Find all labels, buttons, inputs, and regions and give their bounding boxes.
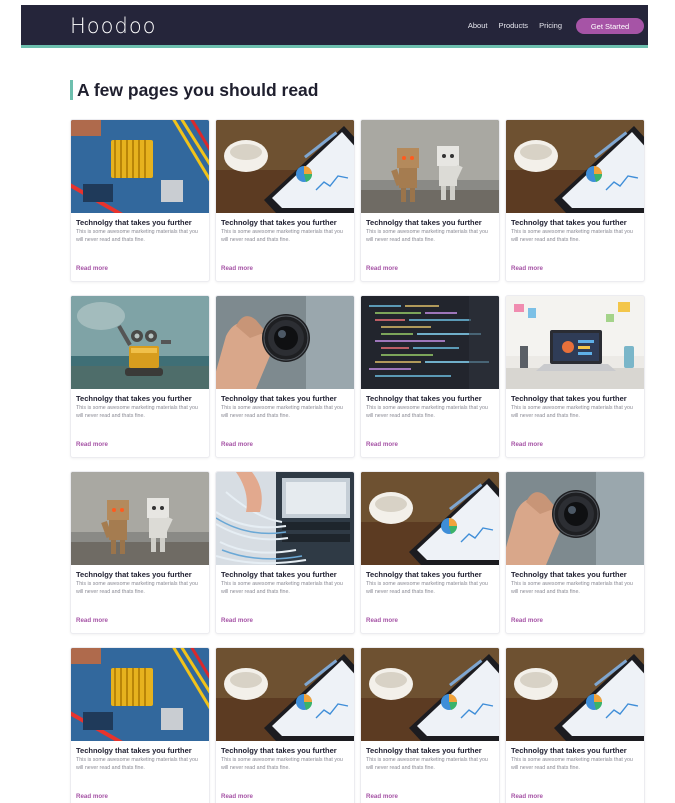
card-title: Technolgy that takes you further xyxy=(366,570,482,579)
card-image-motherboard xyxy=(71,120,209,213)
navbar: Hoodoo About Products Pricing Get Starte… xyxy=(21,5,648,48)
article-card[interactable]: Technolgy that takes you further This is … xyxy=(505,295,645,458)
card-image-laptop-desk xyxy=(506,296,644,389)
card-description: This is some awesome marketing materials… xyxy=(221,229,343,243)
read-more-link[interactable]: Read more xyxy=(221,441,253,448)
card-title: Technolgy that takes you further xyxy=(76,394,192,403)
card-image-motherboard xyxy=(71,648,209,741)
read-more-link[interactable]: Read more xyxy=(511,793,543,800)
card-image-camera-lens xyxy=(506,472,644,565)
card-title: Technolgy that takes you further xyxy=(511,746,627,755)
read-more-link[interactable]: Read more xyxy=(366,617,398,624)
article-card[interactable]: Technolgy that takes you further This is … xyxy=(70,119,210,282)
article-card[interactable]: Technolgy that takes you further This is … xyxy=(215,647,355,803)
card-title: Technolgy that takes you further xyxy=(366,394,482,403)
card-title: Technolgy that takes you further xyxy=(221,218,337,227)
brand-logo[interactable]: Hoodoo xyxy=(70,14,157,38)
article-card[interactable]: Technolgy that takes you further This is … xyxy=(505,119,645,282)
card-title: Technolgy that takes you further xyxy=(221,394,337,403)
article-card[interactable]: Technolgy that takes you further This is … xyxy=(70,471,210,634)
article-card[interactable]: Technolgy that takes you further This is … xyxy=(70,295,210,458)
card-description: This is some awesome marketing materials… xyxy=(366,581,488,595)
card-description: This is some awesome marketing materials… xyxy=(221,581,343,595)
card-image-toy-robot xyxy=(71,296,209,389)
read-more-link[interactable]: Read more xyxy=(511,265,543,272)
card-description: This is some awesome marketing materials… xyxy=(76,581,198,595)
read-more-link[interactable]: Read more xyxy=(76,793,108,800)
read-more-link[interactable]: Read more xyxy=(221,617,253,624)
card-title: Technolgy that takes you further xyxy=(366,746,482,755)
read-more-link[interactable]: Read more xyxy=(511,617,543,624)
card-title: Technolgy that takes you further xyxy=(511,218,627,227)
card-title: Technolgy that takes you further xyxy=(76,218,192,227)
card-title: Technolgy that takes you further xyxy=(366,218,482,227)
article-card[interactable]: Technolgy that takes you further This is … xyxy=(360,471,500,634)
article-card[interactable]: Technolgy that takes you further This is … xyxy=(360,119,500,282)
article-card[interactable]: Technolgy that takes you further This is … xyxy=(215,119,355,282)
nav-links: About Products Pricing xyxy=(468,21,562,30)
nav-link-pricing[interactable]: Pricing xyxy=(539,21,562,30)
card-title: Technolgy that takes you further xyxy=(511,394,627,403)
card-image-tablet-analytics xyxy=(361,648,499,741)
read-more-link[interactable]: Read more xyxy=(76,265,108,272)
card-title: Technolgy that takes you further xyxy=(221,570,337,579)
card-title: Technolgy that takes you further xyxy=(511,570,627,579)
get-started-button[interactable]: Get Started xyxy=(576,18,644,34)
card-description: This is some awesome marketing materials… xyxy=(366,229,488,243)
card-description: This is some awesome marketing materials… xyxy=(221,757,343,771)
card-grid: Technolgy that takes you further This is … xyxy=(70,119,645,803)
card-description: This is some awesome marketing materials… xyxy=(366,405,488,419)
card-description: This is some awesome marketing materials… xyxy=(511,405,633,419)
card-image-tablet-analytics xyxy=(506,120,644,213)
nav-link-about[interactable]: About xyxy=(468,21,488,30)
article-card[interactable]: Technolgy that takes you further This is … xyxy=(70,647,210,803)
read-more-link[interactable]: Read more xyxy=(366,265,398,272)
card-image-tablet-analytics xyxy=(216,648,354,741)
card-description: This is some awesome marketing materials… xyxy=(76,405,198,419)
read-more-link[interactable]: Read more xyxy=(76,441,108,448)
card-title: Technolgy that takes you further xyxy=(76,570,192,579)
card-image-server-cables xyxy=(216,472,354,565)
card-title: Technolgy that takes you further xyxy=(76,746,192,755)
read-more-link[interactable]: Read more xyxy=(221,265,253,272)
read-more-link[interactable]: Read more xyxy=(366,441,398,448)
card-image-tablet-analytics xyxy=(361,472,499,565)
article-card[interactable]: Technolgy that takes you further This is … xyxy=(505,647,645,803)
article-card[interactable]: Technolgy that takes you further This is … xyxy=(360,295,500,458)
read-more-link[interactable]: Read more xyxy=(221,793,253,800)
card-title: Technolgy that takes you further xyxy=(221,746,337,755)
card-image-cardboard-robots xyxy=(71,472,209,565)
article-card[interactable]: Technolgy that takes you further This is … xyxy=(360,647,500,803)
card-image-tablet-analytics xyxy=(506,648,644,741)
card-description: This is some awesome marketing materials… xyxy=(511,757,633,771)
card-description: This is some awesome marketing materials… xyxy=(511,581,633,595)
article-card[interactable]: Technolgy that takes you further This is … xyxy=(215,295,355,458)
card-description: This is some awesome marketing materials… xyxy=(366,757,488,771)
card-description: This is some awesome marketing materials… xyxy=(221,405,343,419)
card-image-camera-lens xyxy=(216,296,354,389)
read-more-link[interactable]: Read more xyxy=(76,617,108,624)
card-image-code-screen xyxy=(361,296,499,389)
card-image-cardboard-robots xyxy=(361,120,499,213)
article-card[interactable]: Technolgy that takes you further This is … xyxy=(505,471,645,634)
section-title: A few pages you should read xyxy=(70,80,318,100)
read-more-link[interactable]: Read more xyxy=(511,441,543,448)
article-card[interactable]: Technolgy that takes you further This is … xyxy=(215,471,355,634)
card-description: This is some awesome marketing materials… xyxy=(511,229,633,243)
card-description: This is some awesome marketing materials… xyxy=(76,757,198,771)
card-image-tablet-analytics xyxy=(216,120,354,213)
card-description: This is some awesome marketing materials… xyxy=(76,229,198,243)
read-more-link[interactable]: Read more xyxy=(366,793,398,800)
nav-link-products[interactable]: Products xyxy=(498,21,528,30)
